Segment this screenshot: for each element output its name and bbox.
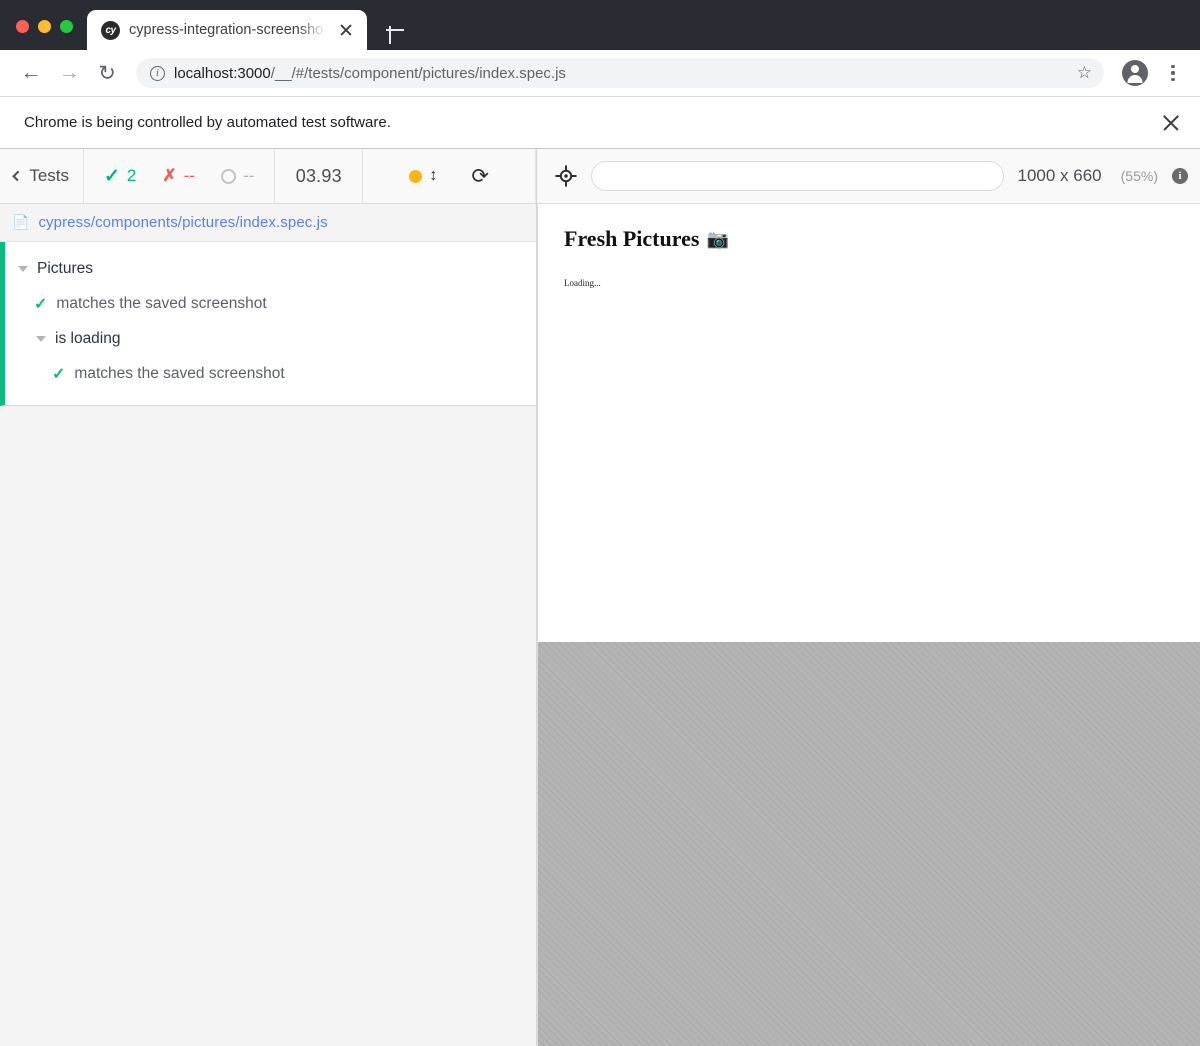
reload-page-icon[interactable]: ↻ [90, 56, 124, 90]
selector-url-input[interactable] [591, 161, 1004, 191]
test-label: matches the saved screenshot [74, 364, 285, 382]
check-icon: ✓ [104, 165, 120, 187]
up-down-arrow-icon: ↕ [429, 167, 438, 184]
cypress-favicon-icon: cy [101, 20, 120, 40]
automation-notification-bar: Chrome is being controlled by automated … [0, 97, 1200, 149]
selector-playground-icon[interactable] [555, 165, 577, 187]
file-icon: 📄 [12, 214, 30, 230]
close-notification-icon[interactable] [1160, 112, 1182, 134]
test-item-matches-saved-screenshot[interactable]: ✓ matches the saved screenshot [5, 286, 536, 321]
preview-striped-area: Fresh Pictures 📷 Loading... [537, 204, 1200, 1046]
test-timer: 03.93 [275, 149, 364, 203]
automation-notification-text: Chrome is being controlled by automated … [24, 114, 391, 131]
test-tree: Pictures ✓ matches the saved screenshot … [0, 242, 536, 406]
browser-tab-bar: cy cypress-integration-screensho [0, 0, 1200, 50]
restart-tests-icon[interactable]: ⟳ [471, 164, 489, 189]
failed-count: -- [183, 166, 195, 185]
app-preview-panel: 1000 x 660 (55%) i Fresh Pictures 📷 Load… [537, 149, 1200, 1046]
circle-icon [220, 168, 236, 184]
preview-header: 1000 x 660 (55%) i [537, 149, 1200, 204]
stat-pending: -- [220, 166, 255, 186]
site-info-icon[interactable]: i [150, 65, 165, 81]
suite-is-loading[interactable]: is loading [5, 321, 536, 356]
camera-icon: 📷 [706, 228, 729, 249]
check-icon: ✓ [52, 365, 66, 383]
chevron-down-icon[interactable] [36, 335, 46, 342]
auto-scroll-status-icon [409, 169, 423, 183]
viewport-scale: (55%) [1120, 168, 1158, 184]
stat-failed: ✗ -- [162, 166, 195, 186]
browser-tab[interactable]: cy cypress-integration-screensho [87, 10, 367, 50]
spec-list: 📄 cypress/components/pictures/index.spec… [0, 204, 536, 406]
tab-title: cypress-integration-screensho [129, 22, 324, 38]
url-path: /__/#/tests/component/pictures/index.spe… [270, 64, 566, 82]
spec-file-path[interactable]: cypress/components/pictures/index.spec.j… [38, 214, 327, 231]
browser-omnibox-bar: ← → ↻ i localhost:3000/__/#/tests/compon… [0, 50, 1200, 97]
cypress-runner: Tests ✓ 2 ✗ -- -- 03.93 ↕ ⟳ 📄 cypress/co… [0, 149, 1200, 1046]
forward-navigation-icon[interactable]: → [52, 56, 86, 90]
bookmark-star-icon[interactable]: ☆ [1077, 63, 1092, 83]
suite-label: is loading [55, 329, 121, 347]
app-heading-text: Fresh Pictures [564, 226, 700, 251]
browser-menu-icon[interactable] [1160, 60, 1186, 86]
test-stats: ✓ 2 ✗ -- -- [84, 149, 276, 203]
spec-file-row[interactable]: 📄 cypress/components/pictures/index.spec… [0, 204, 536, 242]
profile-avatar-icon[interactable] [1122, 60, 1148, 86]
auto-scrolling-toggle[interactable]: ↕ [409, 168, 437, 184]
pending-count: -- [242, 166, 255, 185]
test-label: matches the saved screenshot [56, 294, 267, 312]
stat-passed: ✓ 2 [104, 165, 136, 188]
chevron-left-icon [12, 170, 24, 182]
new-tab-button[interactable] [381, 16, 409, 44]
x-icon: ✗ [162, 166, 177, 185]
chevron-down-icon[interactable] [18, 265, 28, 272]
app-heading: Fresh Pictures 📷 [564, 226, 1174, 252]
check-icon: ✓ [34, 295, 48, 313]
address-bar-url: localhost:3000/__/#/tests/component/pict… [174, 65, 1062, 82]
minimize-window-button[interactable] [38, 20, 51, 33]
url-host: localhost:3000 [174, 64, 271, 82]
app-loading-text: Loading... [564, 278, 601, 288]
passed-count: 2 [126, 166, 137, 185]
reporter-controls: ↕ ⟳ [363, 149, 536, 203]
close-window-button[interactable] [16, 20, 29, 33]
address-bar[interactable]: i localhost:3000/__/#/tests/component/pi… [136, 58, 1104, 88]
viewport-info-icon[interactable]: i [1172, 168, 1188, 184]
application-under-test: Fresh Pictures 📷 Loading... [538, 204, 1200, 642]
back-to-tests-button[interactable]: Tests [0, 149, 84, 203]
back-navigation-icon[interactable]: ← [14, 56, 48, 90]
reporter-header: Tests ✓ 2 ✗ -- -- 03.93 ↕ ⟳ [0, 149, 536, 204]
reporter-panel: Tests ✓ 2 ✗ -- -- 03.93 ↕ ⟳ 📄 cypress/co… [0, 149, 537, 1046]
suite-label: Pictures [37, 259, 93, 277]
back-to-tests-label: Tests [29, 166, 69, 185]
close-tab-icon[interactable] [335, 19, 357, 41]
maximize-window-button[interactable] [60, 20, 73, 33]
suite-pictures[interactable]: Pictures [5, 251, 536, 286]
test-item-matches-saved-screenshot-nested[interactable]: ✓ matches the saved screenshot [5, 356, 536, 391]
viewport-size: 1000 x 660 [1017, 166, 1102, 185]
window-traffic-lights [0, 20, 87, 50]
